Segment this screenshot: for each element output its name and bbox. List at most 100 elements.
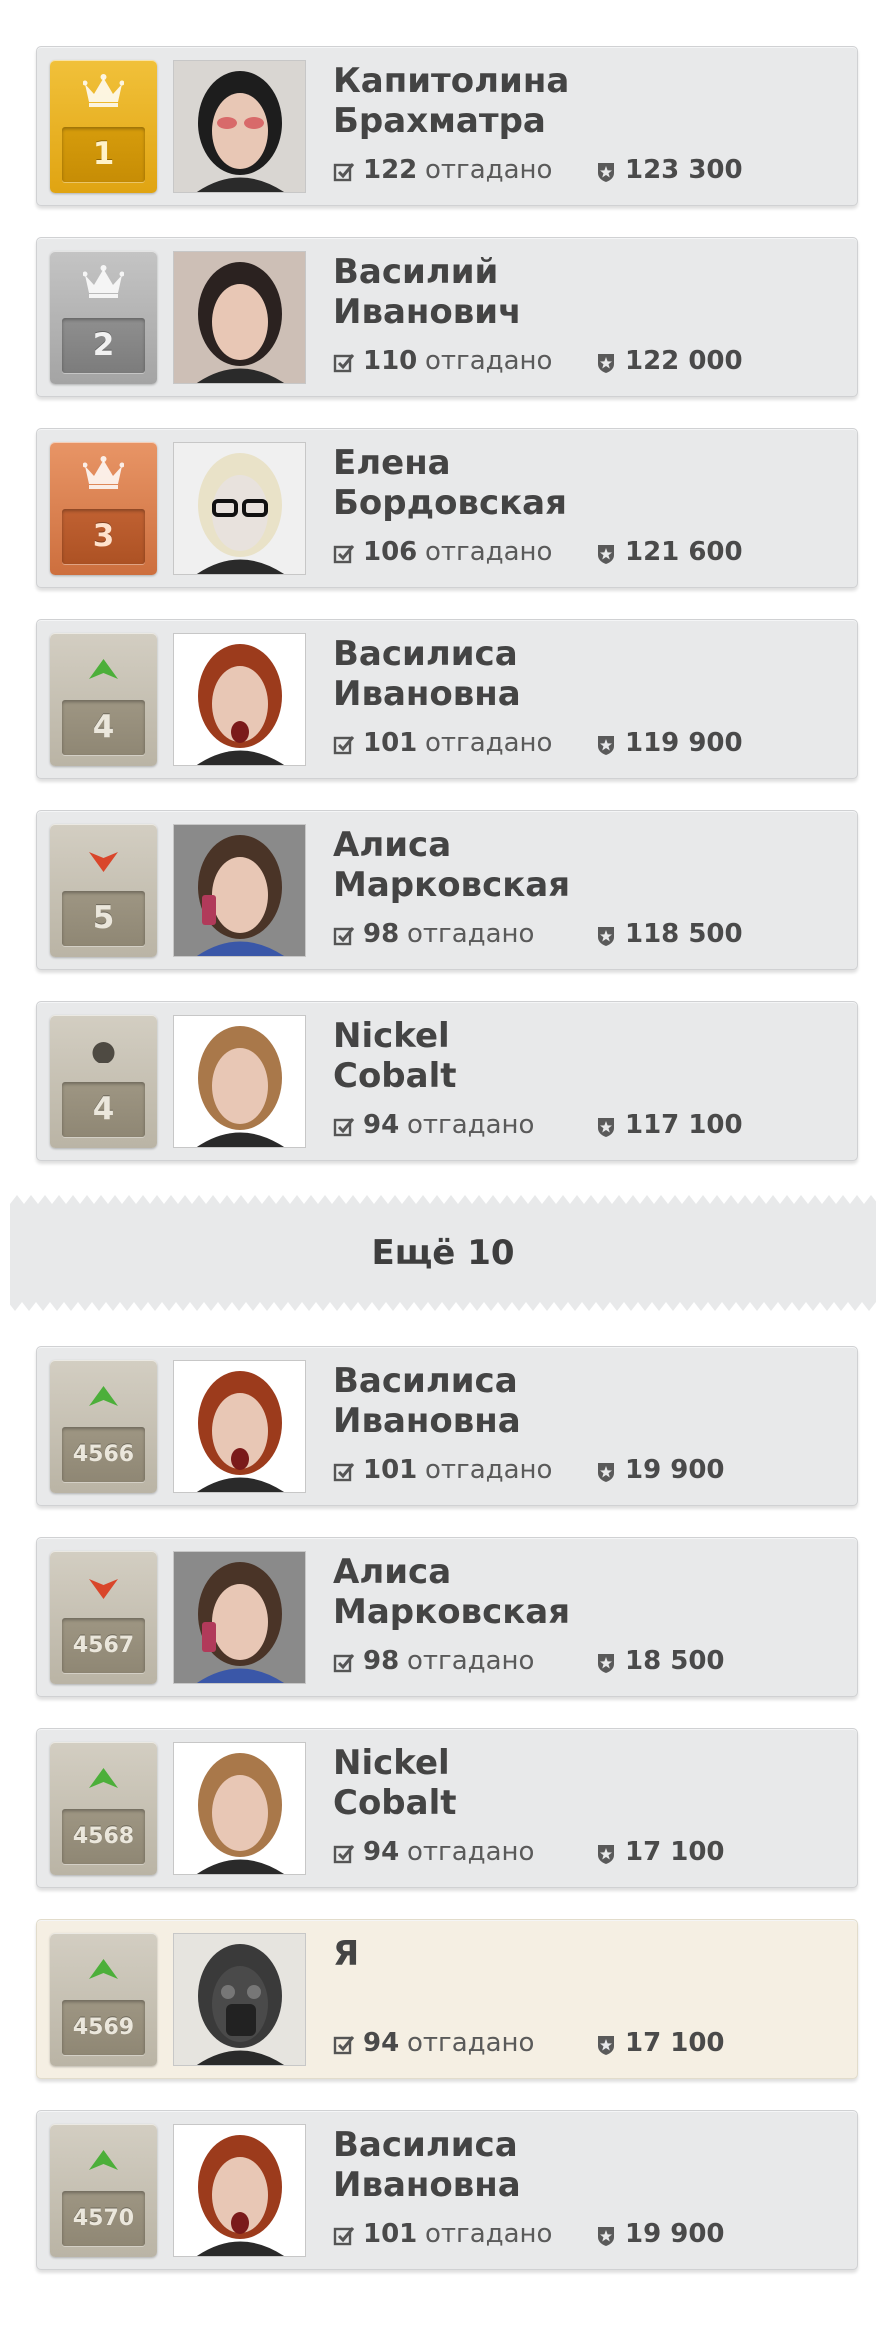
player-name[interactable]: Nickel Cobalt xyxy=(333,1016,457,1096)
guessed-label: отгадано xyxy=(425,346,553,376)
guessed-number: 94 xyxy=(363,1110,400,1140)
rank-badge: 1 xyxy=(50,60,157,193)
player-name[interactable]: Алиса Марковская xyxy=(333,825,570,905)
rank-number: 4566 xyxy=(62,1427,145,1482)
guessed-label: отгадано xyxy=(425,537,553,567)
leaderboard-row[interactable]: 4567 Алиса Марковская 98 отгадано 18 500 xyxy=(36,1537,858,1697)
avatar[interactable] xyxy=(173,633,306,766)
rank-badge: 2 xyxy=(50,251,157,384)
player-name-line: Бордовская xyxy=(333,483,567,523)
guessed-label: отгадано xyxy=(407,1837,535,1867)
guessed-number: 101 xyxy=(363,728,418,758)
arrow-down-icon xyxy=(50,1551,157,1611)
player-name-line: Иванович xyxy=(333,292,522,332)
rank-badge: 4567 xyxy=(50,1551,157,1684)
shield-star-icon xyxy=(598,1118,614,1137)
arrow-up-icon xyxy=(50,2124,157,2184)
player-name-line: Елена xyxy=(333,443,451,483)
player-name[interactable]: Василий Иванович xyxy=(333,252,521,332)
checkbox-icon xyxy=(333,1654,355,1673)
player-name[interactable]: Nickel Cobalt xyxy=(333,1743,457,1823)
rank-number: 3 xyxy=(62,509,145,564)
arrow-down-icon xyxy=(50,824,157,884)
guessed-label: отгадано xyxy=(425,728,553,758)
my-leaderboard-row[interactable]: 4569 Я 94 отгадано 17 100 xyxy=(36,1919,858,2079)
leaderboard-row[interactable]: 4 Василиса Ивановна 101 отгадано 119 900 xyxy=(36,619,858,779)
points-number: 117 100 xyxy=(625,1110,743,1140)
leaderboard-row[interactable]: 1 Капитолина Брахматра 122 отгадано 123 300 xyxy=(36,46,858,206)
show-more-button[interactable]: Ещё 10 xyxy=(10,1195,876,1311)
leaderboard-row[interactable]: 4566 Василиса Ивановна 101 отгадано 19 900 xyxy=(36,1346,858,1506)
guessed-label: отгадано xyxy=(425,2219,553,2249)
rank-number: 2 xyxy=(62,318,145,373)
rank-number: 5 xyxy=(62,891,145,946)
player-name-line: Ивановна xyxy=(333,674,521,714)
leaderboard-row[interactable]: 4 Nickel Cobalt 94 отгадано 117 100 xyxy=(36,1001,858,1161)
rank-badge: 5 xyxy=(50,824,157,957)
points-number: 19 900 xyxy=(625,2219,725,2249)
leaderboard: 1 Капитолина Брахматра 122 отгадано 123 300 2 В… xyxy=(0,0,886,2332)
player-name[interactable]: Василиса Ивановна xyxy=(333,2125,521,2205)
points-number: 118 500 xyxy=(625,919,743,949)
shield-star-icon xyxy=(598,2036,614,2055)
player-name-line: Брахматра xyxy=(333,101,546,141)
shield-star-icon xyxy=(598,1845,614,1864)
player-name-line: Марковская xyxy=(333,865,571,905)
guessed-label: отгадано xyxy=(425,1455,553,1485)
player-name[interactable]: Я xyxy=(333,1934,359,1974)
avatar[interactable] xyxy=(173,1551,306,1684)
player-name-line: Cobalt xyxy=(333,1783,457,1823)
guessed-label: отгадано xyxy=(407,1110,535,1140)
checkbox-icon xyxy=(333,2227,355,2246)
rank-badge: 4 xyxy=(50,633,157,766)
leaderboard-row[interactable]: 4570 Василиса Ивановна 101 отгадано 19 900 xyxy=(36,2110,858,2270)
arrow-up-icon xyxy=(50,1360,157,1420)
rank-number: 4569 xyxy=(62,2000,145,2055)
avatar[interactable] xyxy=(173,1933,306,2066)
leaderboard-row[interactable]: 2 Василий Иванович 110 отгадано 122 000 xyxy=(36,237,858,397)
shield-star-icon xyxy=(598,2227,614,2246)
crown-icon xyxy=(50,442,157,502)
rank-number: 4570 xyxy=(62,2191,145,2246)
guessed-number: 94 xyxy=(363,1837,400,1867)
player-name-line: Nickel xyxy=(333,1743,450,1783)
player-name[interactable]: Елена Бордовская xyxy=(333,443,567,523)
avatar[interactable] xyxy=(173,1742,306,1875)
player-name-line: Ивановна xyxy=(333,1401,521,1441)
rank-badge: 4566 xyxy=(50,1360,157,1493)
guessed-label: отгадано xyxy=(407,919,535,949)
leaderboard-row[interactable]: 5 Алиса Марковская 98 отгадано 118 500 xyxy=(36,810,858,970)
player-name-line: Василиса xyxy=(333,2125,518,2165)
guessed-number: 122 xyxy=(363,155,418,185)
checkbox-icon xyxy=(333,163,355,182)
player-name[interactable]: Василиса Ивановна xyxy=(333,1361,521,1441)
player-name[interactable]: Василиса Ивановна xyxy=(333,634,521,714)
points-number: 123 300 xyxy=(625,155,743,185)
guessed-label: отгадано xyxy=(407,2028,535,2058)
player-name-line: Василиса xyxy=(333,634,518,674)
player-name-line: Алиса xyxy=(333,825,452,865)
avatar[interactable] xyxy=(173,251,306,384)
avatar[interactable] xyxy=(173,1015,306,1148)
arrow-up-icon xyxy=(50,633,157,693)
avatar[interactable] xyxy=(173,824,306,957)
avatar[interactable] xyxy=(173,1360,306,1493)
player-name[interactable]: Алиса Марковская xyxy=(333,1552,570,1632)
rank-number: 4567 xyxy=(62,1618,145,1673)
player-name-line: Я xyxy=(333,1934,360,1974)
points-number: 18 500 xyxy=(625,1646,725,1676)
checkbox-icon xyxy=(333,1845,355,1864)
player-name-line: Капитолина xyxy=(333,61,570,101)
player-name[interactable]: Капитолина Брахматра xyxy=(333,61,569,141)
leaderboard-row[interactable]: 3 Елена Бордовская 106 отгадано 121 600 xyxy=(36,428,858,588)
rank-number: 4568 xyxy=(62,1809,145,1864)
leaderboard-row[interactable]: 4568 Nickel Cobalt 94 отгадано 17 100 xyxy=(36,1728,858,1888)
avatar[interactable] xyxy=(173,60,306,193)
points-number: 122 000 xyxy=(625,346,743,376)
checkbox-icon xyxy=(333,2036,355,2055)
guessed-number: 110 xyxy=(363,346,418,376)
avatar[interactable] xyxy=(173,442,306,575)
avatar[interactable] xyxy=(173,2124,306,2257)
player-name-line: Марковская xyxy=(333,1592,571,1632)
guessed-number: 101 xyxy=(363,1455,418,1485)
